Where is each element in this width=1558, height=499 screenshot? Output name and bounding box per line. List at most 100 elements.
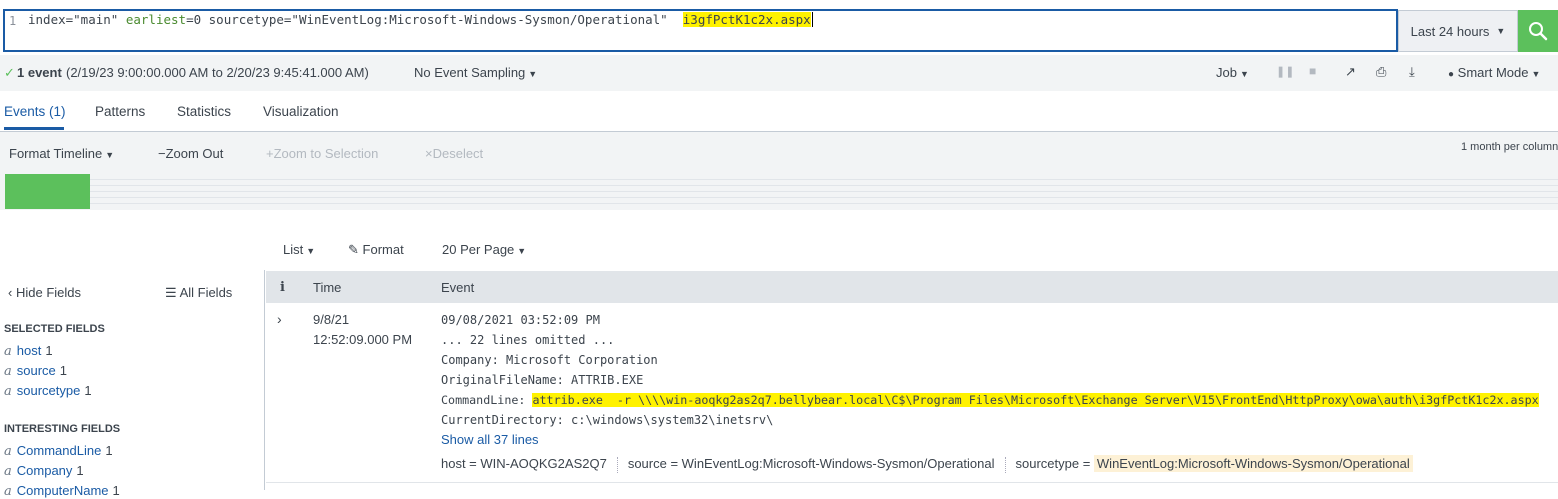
event-fields-summary: host = WIN-AOQKG2AS2Q7 source = WinEventL… bbox=[441, 455, 1413, 473]
time-range-picker[interactable]: Last 24 hours ▼ bbox=[1398, 10, 1518, 52]
string-type-icon: a bbox=[4, 484, 12, 499]
host-value[interactable]: WIN-AOQKG2AS2Q7 bbox=[480, 456, 606, 471]
format-timeline-button[interactable]: Format Timeline ▼ bbox=[9, 146, 114, 161]
job-label: Job bbox=[1216, 65, 1237, 80]
tab-visualization[interactable]: Visualization bbox=[263, 104, 339, 119]
query-text: =0 sourcetype="WinEventLog:Microsoft-Win… bbox=[186, 12, 683, 27]
format-label: Format bbox=[362, 242, 404, 257]
list-view-dropdown[interactable]: List ▼ bbox=[283, 242, 315, 257]
field-sourcetype[interactable]: a sourcetype 1 bbox=[4, 383, 92, 399]
tab-events[interactable]: Events (1) bbox=[4, 104, 66, 119]
query-text: index="main" bbox=[28, 12, 126, 27]
field-count: 1 bbox=[59, 363, 68, 378]
field-count: 1 bbox=[84, 383, 92, 398]
search-mode-menu[interactable]: ● Smart Mode ▼ bbox=[1448, 65, 1540, 80]
line-number: 1 bbox=[9, 14, 17, 28]
check-icon: ✓ bbox=[4, 65, 15, 80]
mode-label: Smart Mode bbox=[1457, 65, 1529, 80]
export-icon[interactable]: ⤓ bbox=[1409, 64, 1415, 80]
field-name: Company bbox=[16, 463, 73, 478]
caret-down-icon: ▼ bbox=[1239, 69, 1249, 79]
field-commandline[interactable]: a CommandLine 1 bbox=[4, 443, 113, 459]
timeline-chart[interactable] bbox=[0, 174, 1558, 210]
pencil-icon: ✎ bbox=[348, 242, 359, 257]
source-value[interactable]: WinEventLog:Microsoft-Windows-Sysmon/Ope… bbox=[682, 456, 995, 471]
commandline-value[interactable]: attrib.exe -r \\\\win-aoqkg2as2q7.bellyb… bbox=[532, 393, 1539, 407]
pause-icon[interactable]: ❚❚ bbox=[1276, 65, 1294, 78]
stop-icon[interactable]: ■ bbox=[1309, 64, 1316, 78]
timeline-gridline bbox=[90, 185, 1558, 186]
field-name: sourcetype bbox=[16, 383, 81, 398]
chevron-left-icon: ‹ bbox=[8, 285, 13, 300]
caret-down-icon: ▼ bbox=[1496, 26, 1506, 36]
string-type-icon: a bbox=[4, 344, 12, 359]
per-page-label: 20 Per Page bbox=[442, 242, 515, 257]
string-type-icon: a bbox=[4, 384, 12, 399]
deselect-button[interactable]: ×Deselect bbox=[425, 146, 483, 161]
host-label: host = bbox=[441, 456, 481, 471]
separator bbox=[616, 456, 618, 473]
show-all-lines-link[interactable]: Show all 37 lines bbox=[441, 432, 539, 447]
zoom-out-label: Zoom Out bbox=[165, 146, 224, 161]
selected-fields-heading: SELECTED FIELDS bbox=[4, 323, 105, 335]
field-name: source bbox=[16, 363, 56, 378]
caret-down-icon: ▼ bbox=[528, 69, 538, 79]
field-name: ComputerName bbox=[16, 483, 109, 498]
text-cursor bbox=[811, 12, 813, 27]
caret-down-icon: ▼ bbox=[306, 246, 316, 256]
separator bbox=[1004, 456, 1006, 473]
string-type-icon: a bbox=[4, 444, 12, 459]
per-page-dropdown[interactable]: 20 Per Page ▼ bbox=[442, 242, 526, 257]
fields-sidebar: ‹ Hide Fields ☰ All Fields SELECTED FIEL… bbox=[0, 270, 265, 499]
timeline-gridline bbox=[90, 191, 1558, 192]
plus-icon: + bbox=[266, 146, 274, 161]
timeline-gridline bbox=[90, 197, 1558, 198]
event-line: ... 22 lines omitted ... bbox=[441, 333, 615, 347]
hide-fields-button[interactable]: ‹ Hide Fields bbox=[8, 285, 81, 300]
query-highlight: i3gfPctK1c2x.aspx bbox=[682, 12, 811, 27]
results-toolbar: List ▼ ✎ Format 20 Per Page ▼ bbox=[0, 230, 1558, 270]
active-tab-indicator bbox=[4, 127, 64, 130]
search-icon bbox=[1529, 22, 1548, 41]
source-label: source = bbox=[627, 456, 682, 471]
caret-down-icon: ▼ bbox=[1531, 69, 1541, 79]
sampling-label: No Event Sampling bbox=[414, 65, 526, 80]
event-time: 12:52:09.000 PM bbox=[313, 332, 413, 347]
field-name: CommandLine bbox=[16, 443, 102, 458]
expand-row-icon[interactable]: › bbox=[277, 311, 282, 327]
time-range-text: (2/19/23 9:00:00.000 AM to 2/20/23 9:45:… bbox=[66, 65, 369, 80]
timeline-bar[interactable] bbox=[5, 174, 90, 209]
zoom-out-button[interactable]: −Zoom Out bbox=[158, 146, 223, 161]
time-range-label: Last 24 hours bbox=[1410, 23, 1490, 39]
x-icon: × bbox=[425, 146, 433, 161]
bulb-icon: ● bbox=[1448, 69, 1455, 80]
tab-statistics[interactable]: Statistics bbox=[177, 104, 231, 119]
timeline-gridline bbox=[90, 179, 1558, 180]
zoom-to-selection-button[interactable]: +Zoom to Selection bbox=[266, 146, 378, 161]
string-type-icon: a bbox=[4, 364, 12, 379]
tab-patterns[interactable]: Patterns bbox=[95, 104, 145, 119]
interesting-fields-heading: INTERESTING FIELDS bbox=[4, 423, 121, 435]
search-button[interactable] bbox=[1518, 10, 1558, 52]
caret-down-icon: ▼ bbox=[517, 246, 527, 256]
sourcetype-value[interactable]: WinEventLog:Microsoft-Windows-Sysmon/Ope… bbox=[1093, 455, 1413, 472]
events-table-header: i Time Event bbox=[266, 271, 1558, 303]
search-query[interactable]: index="main" earliest=0 sourcetype="WinE… bbox=[28, 12, 813, 27]
field-host[interactable]: a host 1 bbox=[4, 343, 53, 359]
format-button[interactable]: ✎ Format bbox=[348, 242, 404, 258]
all-fields-button[interactable]: ☰ All Fields bbox=[165, 285, 232, 301]
field-source[interactable]: a source 1 bbox=[4, 363, 67, 379]
minus-icon: − bbox=[158, 146, 166, 161]
print-icon[interactable]: ⎙ bbox=[1376, 64, 1386, 80]
job-menu[interactable]: Job ▼ bbox=[1216, 65, 1249, 80]
event-column-header: Event bbox=[441, 280, 475, 295]
time-column-header[interactable]: Time bbox=[313, 280, 341, 295]
all-fields-label: All Fields bbox=[179, 285, 233, 300]
commandline-label: CommandLine: bbox=[441, 393, 533, 407]
sampling-dropdown[interactable]: No Event Sampling ▼ bbox=[414, 65, 537, 80]
field-computername[interactable]: a ComputerName 1 bbox=[4, 483, 120, 499]
event-line: OriginalFileName: ATTRIB.EXE bbox=[441, 373, 644, 387]
field-company[interactable]: a Company 1 bbox=[4, 463, 84, 479]
timeline-scale: 1 month per column bbox=[1461, 141, 1558, 153]
share-icon[interactable]: ↗ bbox=[1345, 64, 1356, 80]
